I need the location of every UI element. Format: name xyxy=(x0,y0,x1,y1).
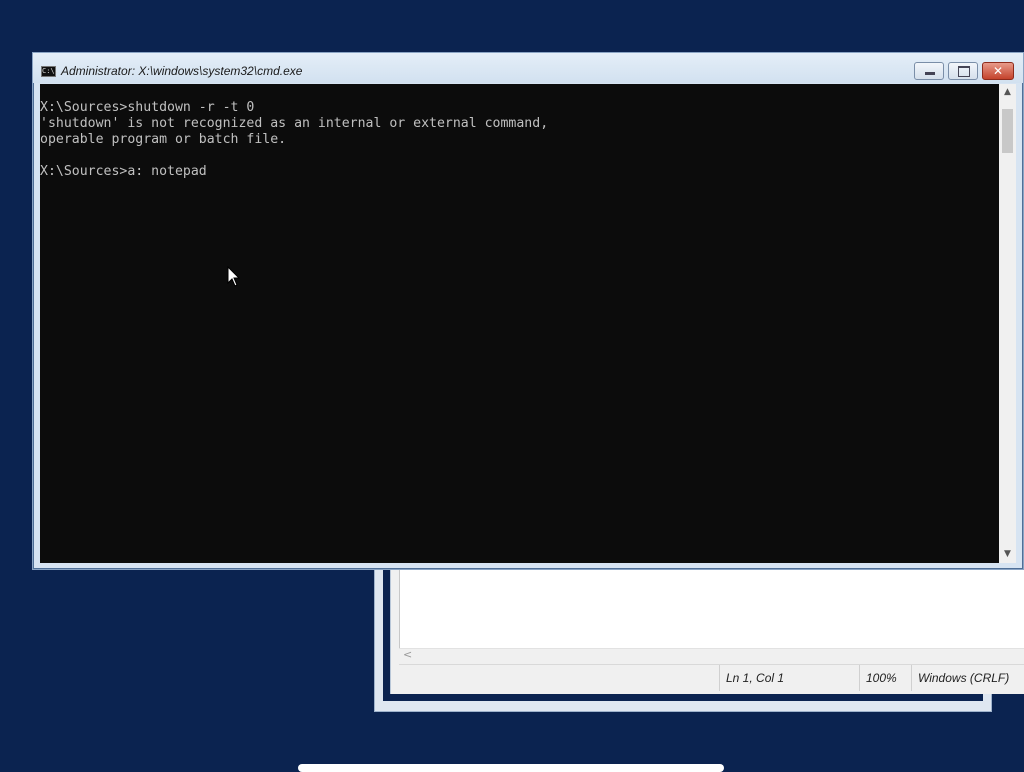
cmd-window[interactable]: C:\. Administrator: X:\windows\system32\… xyxy=(32,52,1024,570)
status-bar: Ln 1, Col 1 100% Windows (CRLF) xyxy=(399,664,1024,691)
maximize-button[interactable] xyxy=(948,62,978,80)
close-button[interactable]: ✕ xyxy=(982,62,1014,80)
console-line: X:\Sources>a: notepad xyxy=(40,164,207,179)
notepad-text-area[interactable] xyxy=(399,560,1024,648)
window-title: Administrator: X:\windows\system32\cmd.e… xyxy=(61,64,303,78)
console-text: X:\Sources>shutdown -r -t 0 'shutdown' i… xyxy=(40,84,999,180)
mouse-cursor-icon xyxy=(227,266,241,287)
close-icon: ✕ xyxy=(992,64,1004,78)
minimize-icon xyxy=(915,63,943,79)
notepad-window[interactable]: < Ln 1, Col 1 100% Windows (CRLF) xyxy=(390,560,1024,694)
scroll-up-icon[interactable]: ▲ xyxy=(999,84,1016,101)
console-output[interactable]: X:\Sources>shutdown -r -t 0 'shutdown' i… xyxy=(40,84,999,563)
minimize-button[interactable] xyxy=(914,62,944,80)
maximize-icon xyxy=(949,63,977,79)
scroll-thumb[interactable] xyxy=(1002,109,1013,153)
title-bar[interactable]: C:\. Administrator: X:\windows\system32\… xyxy=(33,53,1023,83)
console-line: operable program or batch file. xyxy=(40,132,287,147)
status-zoom: 100% xyxy=(859,665,915,691)
taskbar-edge xyxy=(298,764,724,772)
status-line-ending: Windows (CRLF) xyxy=(911,665,1024,691)
vertical-scrollbar[interactable]: ▲ ▼ xyxy=(999,84,1016,563)
scroll-down-icon[interactable]: ▼ xyxy=(999,546,1016,563)
cmd-icon: C:\. xyxy=(41,66,59,77)
status-position: Ln 1, Col 1 xyxy=(719,665,859,691)
console-line: 'shutdown' is not recognized as an inter… xyxy=(40,116,549,131)
console-line: X:\Sources>shutdown -r -t 0 xyxy=(40,100,255,115)
horizontal-scrollbar[interactable]: < xyxy=(399,648,1024,663)
scroll-left-icon[interactable]: < xyxy=(403,648,412,661)
